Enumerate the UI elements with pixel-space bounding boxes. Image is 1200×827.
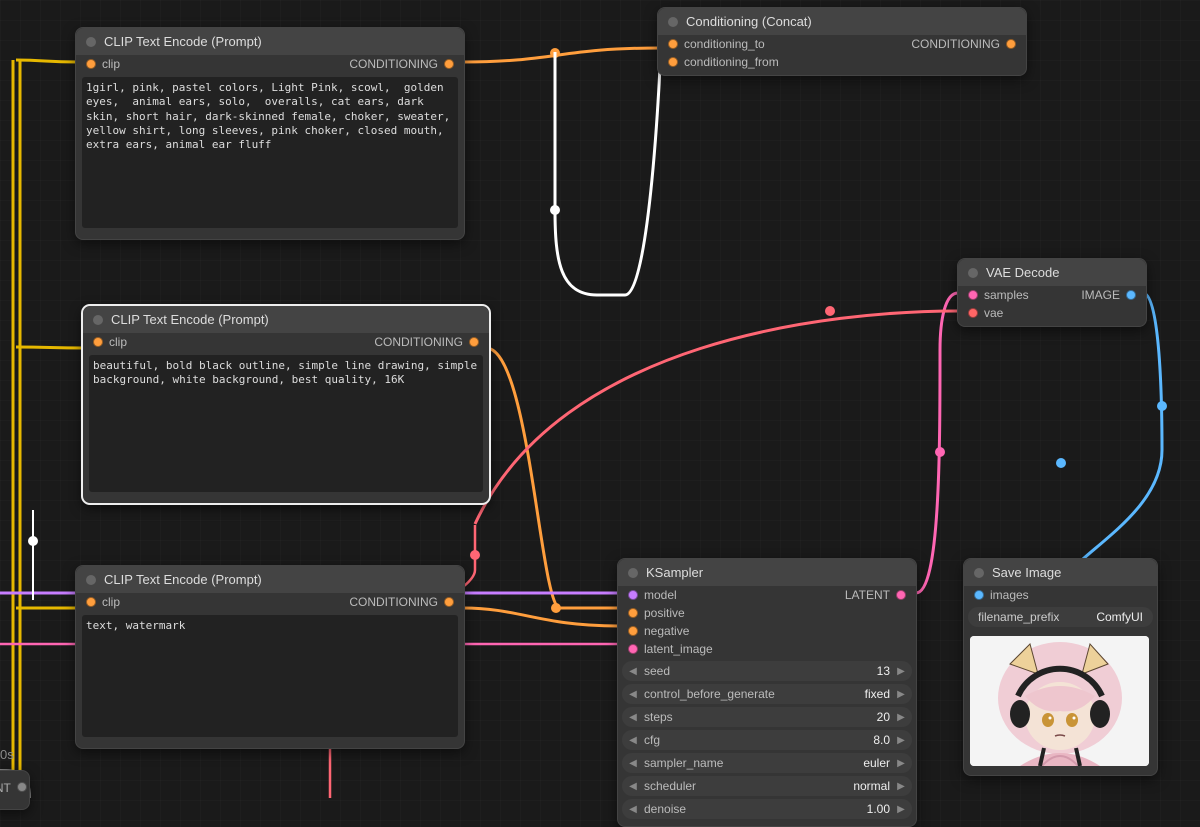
arrow-right-icon[interactable]: ▶ bbox=[894, 710, 908, 724]
port-conditioning-output[interactable] bbox=[444, 597, 454, 607]
widget-control-before-generate[interactable]: ◀ control_before_generate fixed ▶ bbox=[622, 684, 912, 704]
node-title[interactable]: CLIP Text Encode (Prompt) bbox=[76, 28, 464, 55]
title-text: CLIP Text Encode (Prompt) bbox=[104, 572, 262, 587]
node-title[interactable]: KSampler bbox=[618, 559, 916, 586]
node-conditioning-concat[interactable]: Conditioning (Concat) conditioning_to CO… bbox=[657, 7, 1027, 76]
node-clip-text-encode-2[interactable]: CLIP Text Encode (Prompt) clip CONDITION… bbox=[82, 305, 490, 504]
input-label: clip bbox=[109, 335, 127, 349]
node-clip-text-encode-3[interactable]: CLIP Text Encode (Prompt) clip CONDITION… bbox=[75, 565, 465, 749]
arrow-left-icon[interactable]: ◀ bbox=[626, 779, 640, 793]
node-vae-decode[interactable]: VAE Decode samples IMAGE vae bbox=[957, 258, 1147, 327]
input-negative: negative bbox=[644, 624, 689, 638]
title-text: CLIP Text Encode (Prompt) bbox=[111, 312, 269, 327]
port-latent-image[interactable] bbox=[628, 644, 638, 654]
node-title[interactable]: Save Image bbox=[964, 559, 1157, 586]
output-label: IMAGE bbox=[1081, 288, 1120, 302]
collapse-dot-icon[interactable] bbox=[668, 17, 678, 27]
output-label: LATENT bbox=[845, 588, 890, 602]
arrow-left-icon[interactable]: ◀ bbox=[626, 710, 640, 724]
arrow-left-icon[interactable]: ◀ bbox=[626, 802, 640, 816]
widget-steps[interactable]: ◀ steps 20 ▶ bbox=[622, 707, 912, 727]
port-image-output[interactable] bbox=[1126, 290, 1136, 300]
input-latent: latent_image bbox=[644, 642, 713, 656]
input-label: images bbox=[990, 588, 1029, 602]
node-title[interactable]: VAE Decode bbox=[958, 259, 1146, 286]
node-cutoff-1[interactable]: NT bbox=[0, 770, 30, 810]
arrow-right-icon[interactable]: ▶ bbox=[894, 779, 908, 793]
widget-scheduler[interactable]: ◀ scheduler normal ▶ bbox=[622, 776, 912, 796]
arrow-left-icon[interactable]: ◀ bbox=[626, 664, 640, 678]
arrow-left-icon[interactable]: ◀ bbox=[626, 756, 640, 770]
node-title[interactable]: CLIP Text Encode (Prompt) bbox=[83, 306, 489, 333]
widget-cfg[interactable]: ◀ cfg 8.0 ▶ bbox=[622, 730, 912, 750]
node-title[interactable]: CLIP Text Encode (Prompt) bbox=[76, 566, 464, 593]
widget-sampler-name[interactable]: ◀ sampler_name euler ▶ bbox=[622, 753, 912, 773]
title-text: Conditioning (Concat) bbox=[686, 14, 812, 29]
port-latent-output[interactable] bbox=[896, 590, 906, 600]
title-text: CLIP Text Encode (Prompt) bbox=[104, 34, 262, 49]
port-conditioning-output[interactable] bbox=[469, 337, 479, 347]
node-clip-text-encode-1[interactable]: CLIP Text Encode (Prompt) clip CONDITION… bbox=[75, 27, 465, 240]
node-ksampler[interactable]: KSampler model LATENT positive negative … bbox=[617, 558, 917, 827]
port-output[interactable] bbox=[17, 782, 27, 792]
output-label: CONDITIONING bbox=[374, 335, 463, 349]
node-title[interactable]: Conditioning (Concat) bbox=[658, 8, 1026, 35]
output-label: CONDITIONING bbox=[911, 37, 1000, 51]
arrow-left-icon[interactable]: ◀ bbox=[626, 733, 640, 747]
output-label: NT bbox=[0, 781, 11, 795]
port-images[interactable] bbox=[974, 590, 984, 600]
prompt-textarea[interactable] bbox=[82, 77, 458, 228]
collapse-dot-icon[interactable] bbox=[86, 575, 96, 585]
port-conditioning-from[interactable] bbox=[668, 57, 678, 67]
title-text: Save Image bbox=[992, 565, 1061, 580]
title-text: KSampler bbox=[646, 565, 703, 580]
input-label: vae bbox=[984, 306, 1003, 320]
input-label: samples bbox=[984, 288, 1029, 302]
port-conditioning-output[interactable] bbox=[444, 59, 454, 69]
port-clip-input[interactable] bbox=[86, 59, 96, 69]
collapse-dot-icon[interactable] bbox=[93, 315, 103, 325]
collapse-dot-icon[interactable] bbox=[628, 568, 638, 578]
port-model[interactable] bbox=[628, 590, 638, 600]
port-positive[interactable] bbox=[628, 608, 638, 618]
input-label: conditioning_from bbox=[684, 55, 779, 69]
arrow-right-icon[interactable]: ▶ bbox=[894, 664, 908, 678]
widget-filename-prefix[interactable]: filename_prefix ComfyUI bbox=[968, 607, 1153, 627]
input-positive: positive bbox=[644, 606, 685, 620]
prompt-textarea[interactable] bbox=[89, 355, 483, 492]
port-vae[interactable] bbox=[968, 308, 978, 318]
output-preview-image[interactable] bbox=[970, 636, 1149, 766]
port-samples[interactable] bbox=[968, 290, 978, 300]
arrow-right-icon[interactable]: ▶ bbox=[894, 802, 908, 816]
collapse-dot-icon[interactable] bbox=[86, 37, 96, 47]
input-model: model bbox=[644, 588, 677, 602]
arrow-right-icon[interactable]: ▶ bbox=[894, 756, 908, 770]
arrow-left-icon[interactable]: ◀ bbox=[626, 687, 640, 701]
arrow-right-icon[interactable]: ▶ bbox=[894, 687, 908, 701]
title-text: VAE Decode bbox=[986, 265, 1059, 280]
widget-denoise[interactable]: ◀ denoise 1.00 ▶ bbox=[622, 799, 912, 819]
node-save-image[interactable]: Save Image images filename_prefix ComfyU… bbox=[963, 558, 1158, 776]
port-clip-input[interactable] bbox=[93, 337, 103, 347]
port-clip-input[interactable] bbox=[86, 597, 96, 607]
widget-seed[interactable]: ◀ seed 13 ▶ bbox=[622, 661, 912, 681]
input-label: conditioning_to bbox=[684, 37, 765, 51]
port-conditioning-output[interactable] bbox=[1006, 39, 1016, 49]
collapse-dot-icon[interactable] bbox=[974, 568, 984, 578]
output-label: CONDITIONING bbox=[349, 595, 438, 609]
port-conditioning-to[interactable] bbox=[668, 39, 678, 49]
output-label: CONDITIONING bbox=[349, 57, 438, 71]
port-negative[interactable] bbox=[628, 626, 638, 636]
cutoff-label: 0s bbox=[0, 747, 14, 762]
collapse-dot-icon[interactable] bbox=[968, 268, 978, 278]
arrow-right-icon[interactable]: ▶ bbox=[894, 733, 908, 747]
input-label: clip bbox=[102, 57, 120, 71]
input-label: clip bbox=[102, 595, 120, 609]
prompt-textarea[interactable] bbox=[82, 615, 458, 737]
